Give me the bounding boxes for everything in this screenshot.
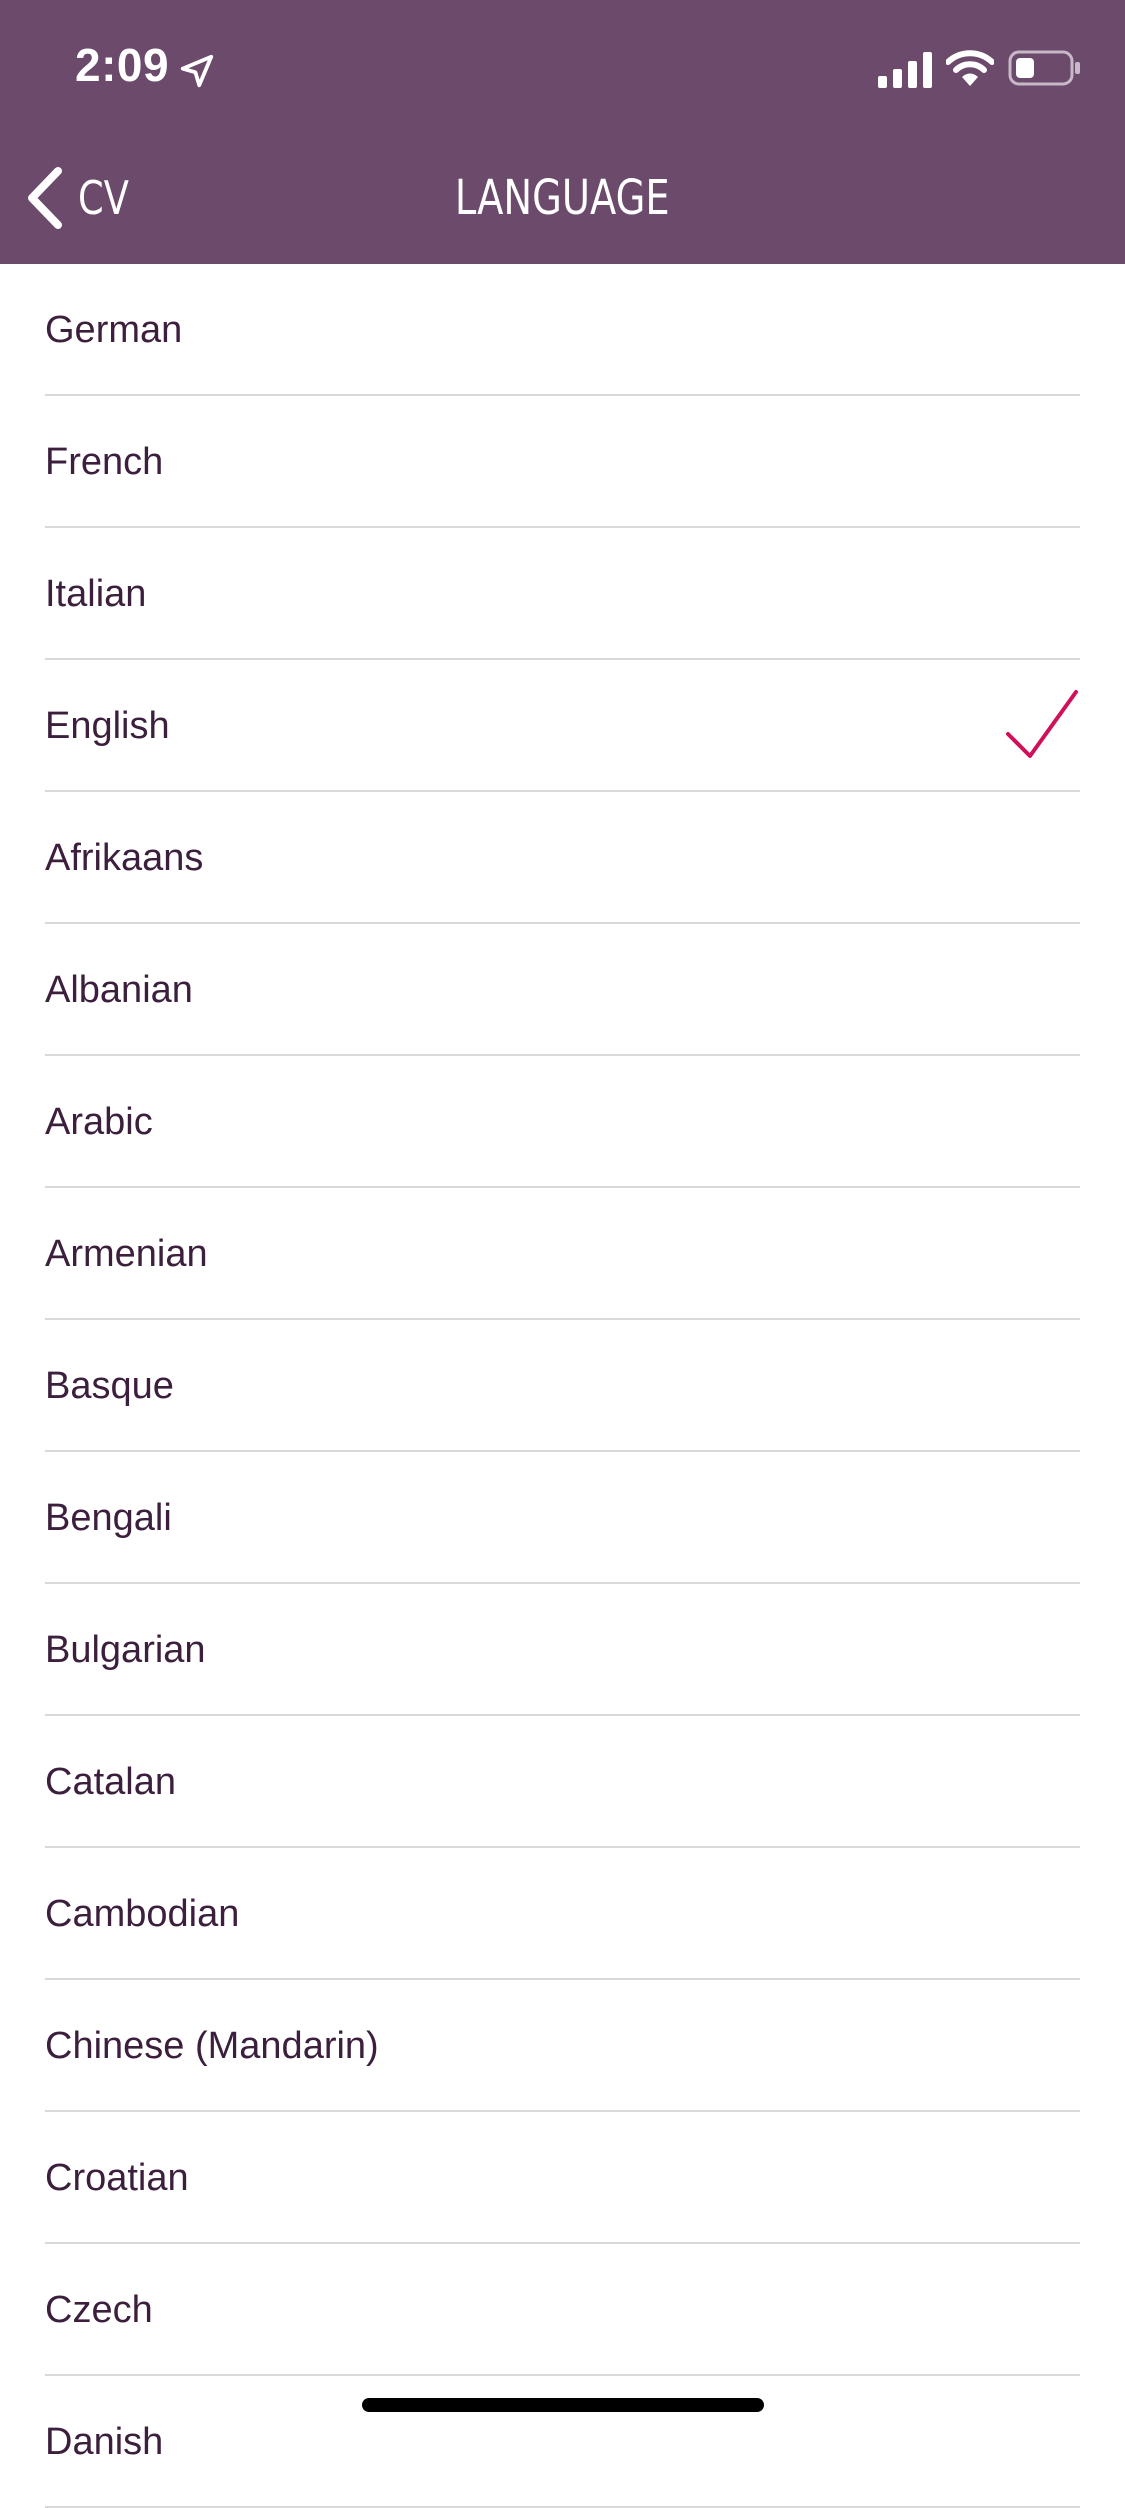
language-label: Cambodian (45, 1893, 240, 1935)
language-label: French (45, 441, 164, 483)
language-label: Bulgarian (45, 1629, 206, 1671)
language-list-item[interactable]: Chinese (Mandarin) (0, 1980, 1125, 2112)
home-indicator (362, 2398, 764, 2412)
language-label: Armenian (45, 1233, 208, 1275)
language-list-item[interactable]: Afrikaans (0, 792, 1125, 924)
page-title-text: LANGUAGE (455, 170, 670, 226)
language-list-item[interactable]: English (0, 660, 1125, 792)
location-arrow-icon (180, 54, 214, 88)
nav-header: 2:09 CV LANGUAGE (0, 0, 1125, 264)
language-label: Chinese (Mandarin) (45, 2025, 379, 2067)
language-list-item[interactable]: Bengali (0, 1452, 1125, 1584)
language-list-item[interactable]: Danish (0, 2376, 1125, 2508)
language-label: Basque (45, 1365, 174, 1407)
language-list-item[interactable]: Basque (0, 1320, 1125, 1452)
battery-icon (1008, 50, 1080, 86)
language-list-item[interactable]: French (0, 396, 1125, 528)
language-label: Bengali (45, 1497, 172, 1539)
language-list: German French Italian English Afrikaans Alban… (0, 264, 1125, 2508)
language-list-item[interactable]: Bulgarian (0, 1584, 1125, 1716)
language-list-item[interactable]: German (0, 264, 1125, 396)
page-title: LANGUAGE (0, 160, 1125, 236)
language-list-item[interactable]: Catalan (0, 1716, 1125, 1848)
cellular-signal-icon (878, 52, 932, 88)
checkmark-icon (1006, 690, 1078, 758)
language-label: Albanian (45, 969, 193, 1011)
language-list-item[interactable]: Arabic (0, 1056, 1125, 1188)
language-list-item[interactable]: Italian (0, 528, 1125, 660)
language-list-item[interactable]: Czech (0, 2244, 1125, 2376)
language-label: Danish (45, 2421, 164, 2463)
language-list-item[interactable]: Armenian (0, 1188, 1125, 1320)
status-time: 2:09 (75, 39, 170, 91)
language-label: Catalan (45, 1761, 176, 1803)
language-list-item[interactable]: Cambodian (0, 1848, 1125, 1980)
language-label: Afrikaans (45, 837, 204, 879)
wifi-icon (946, 50, 994, 86)
language-label: Czech (45, 2289, 153, 2331)
language-label: Italian (45, 573, 147, 615)
language-label: Arabic (45, 1101, 153, 1143)
language-label: Croatian (45, 2157, 189, 2199)
language-list-item[interactable]: Croatian (0, 2112, 1125, 2244)
language-list-item[interactable]: Albanian (0, 924, 1125, 1056)
language-label: English (45, 705, 170, 747)
language-label: German (45, 309, 183, 351)
